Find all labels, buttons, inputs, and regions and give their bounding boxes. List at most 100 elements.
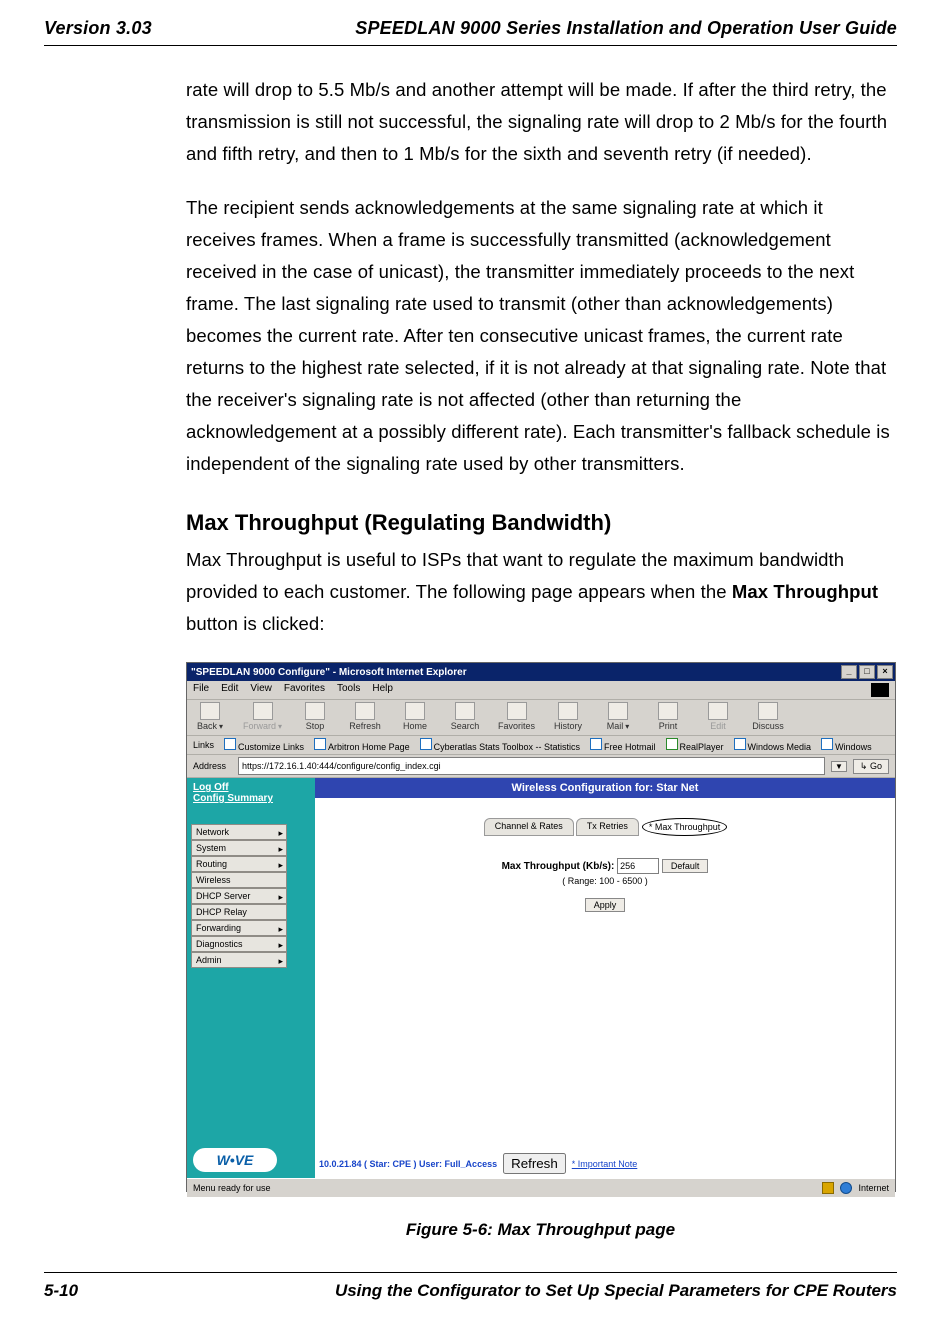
link-customize[interactable]: Customize Links — [224, 738, 304, 752]
tool-search[interactable]: Search — [448, 702, 482, 731]
main-panel: Wireless Configuration for: Star Net Cha… — [315, 778, 895, 1178]
important-note-link[interactable]: * Important Note — [572, 1159, 638, 1169]
content-area: Log Off Config Summary Network▸ System▸ … — [187, 778, 895, 1178]
paragraph-2: The recipient sends acknowledgements at … — [186, 192, 895, 480]
realplayer-icon — [666, 738, 678, 750]
address-dropdown-icon[interactable]: ▼ — [831, 761, 847, 772]
link-windows[interactable]: Windows — [821, 738, 872, 752]
window-buttons: _ □ × — [841, 665, 893, 679]
discuss-icon — [758, 702, 778, 720]
menu-favorites[interactable]: Favorites — [284, 683, 325, 697]
tab-tx-retries[interactable]: Tx Retries — [576, 818, 639, 836]
tool-stop[interactable]: Stop — [298, 702, 332, 731]
ie-throbber-icon — [871, 683, 889, 697]
footer-rule — [44, 1272, 897, 1273]
sidebar-item-network[interactable]: Network▸ — [191, 824, 287, 840]
range-label: ( Range: 100 - 6500 ) — [315, 876, 895, 886]
sidebar-item-dhcp-relay[interactable]: DHCP Relay — [191, 904, 287, 920]
menu-tools[interactable]: Tools — [337, 683, 360, 697]
chevron-right-icon: ▸ — [278, 890, 283, 904]
config-heading: Wireless Configuration for: Star Net — [315, 778, 895, 798]
home-icon — [405, 702, 425, 720]
sidebar-item-routing[interactable]: Routing▸ — [191, 856, 287, 872]
tab-channel-rates[interactable]: Channel & Rates — [484, 818, 574, 836]
default-button[interactable]: Default — [662, 859, 709, 873]
tool-refresh[interactable]: Refresh — [348, 702, 382, 731]
favorites-icon — [507, 702, 527, 720]
sidebar-logoff[interactable]: Log Off — [187, 782, 315, 793]
go-button[interactable]: ↳ Go — [853, 759, 889, 774]
edit-icon — [708, 702, 728, 720]
tool-history[interactable]: History — [551, 702, 585, 731]
print-icon — [658, 702, 678, 720]
tool-home[interactable]: Home — [398, 702, 432, 731]
minimize-button[interactable]: _ — [841, 665, 857, 679]
paragraph-1: rate will drop to 5.5 Mb/s and another a… — [186, 74, 895, 170]
sidebar-item-forwarding[interactable]: Forwarding▸ — [191, 920, 287, 936]
page-number: 5-10 — [44, 1281, 78, 1301]
internet-zone-icon — [840, 1182, 852, 1194]
sidebar-menu: Network▸ System▸ Routing▸ Wireless DHCP … — [191, 824, 315, 968]
wave-logo: W•VE — [193, 1148, 277, 1172]
sidebar-item-system[interactable]: System▸ — [191, 840, 287, 856]
menu-bar: File Edit View Favorites Tools Help — [187, 681, 895, 700]
sidebar: Log Off Config Summary Network▸ System▸ … — [187, 778, 315, 1178]
menu-help[interactable]: Help — [372, 683, 393, 697]
forward-icon — [253, 702, 273, 720]
lock-icon — [822, 1182, 834, 1194]
links-label: Links — [193, 740, 214, 750]
link-arbitron[interactable]: Arbitron Home Page — [314, 738, 410, 752]
menu-file[interactable]: File — [193, 683, 209, 697]
section-heading-max-throughput: Max Throughput (Regulating Bandwidth) — [186, 510, 895, 536]
close-button[interactable]: × — [877, 665, 893, 679]
max-throughput-label: Max Throughput (Kb/s): — [502, 861, 615, 872]
page-icon — [224, 738, 236, 750]
p3-bold: Max Throughput — [732, 581, 878, 602]
page-icon — [734, 738, 746, 750]
address-bar: Address ▼ ↳ Go — [187, 755, 895, 778]
doc-title: SPEEDLAN 9000 Series Installation and Op… — [355, 18, 897, 39]
link-realplayer[interactable]: RealPlayer — [666, 738, 724, 752]
page-icon — [821, 738, 833, 750]
window-titlebar: "SPEEDLAN 9000 Configure" - Microsoft In… — [187, 663, 895, 681]
links-bar: Links Customize Links Arbitron Home Page… — [187, 736, 895, 755]
chevron-right-icon: ▸ — [278, 938, 283, 952]
refresh-icon — [355, 702, 375, 720]
menu-view[interactable]: View — [250, 683, 272, 697]
address-input[interactable] — [238, 757, 825, 775]
tool-mail[interactable]: Mail▾ — [601, 702, 635, 731]
status-text: Menu ready for use — [193, 1183, 271, 1193]
chevron-right-icon: ▸ — [278, 922, 283, 936]
history-icon — [558, 702, 578, 720]
link-cyberatlas[interactable]: Cyberatlas Stats Toolbox -- Statistics — [420, 738, 580, 752]
sidebar-item-dhcp-server[interactable]: DHCP Server▸ — [191, 888, 287, 904]
chevron-right-icon: ▸ — [278, 954, 283, 968]
tab-max-throughput[interactable]: * Max Throughput — [642, 818, 727, 836]
link-hotmail[interactable]: Free Hotmail — [590, 738, 656, 752]
tool-edit[interactable]: Edit — [701, 702, 735, 731]
refresh-button[interactable]: Refresh — [503, 1153, 566, 1174]
sidebar-config-summary[interactable]: Config Summary — [187, 793, 315, 804]
p3-tail: button is clicked: — [186, 613, 325, 634]
mail-icon — [608, 702, 628, 720]
tool-discuss[interactable]: Discuss — [751, 702, 785, 731]
maximize-button[interactable]: □ — [859, 665, 875, 679]
search-icon — [455, 702, 475, 720]
paragraph-3: Max Throughput is useful to ISPs that wa… — [186, 544, 895, 640]
page-icon — [590, 738, 602, 750]
page-icon — [420, 738, 432, 750]
menu-edit[interactable]: Edit — [221, 683, 238, 697]
window-title-text: "SPEEDLAN 9000 Configure" - Microsoft In… — [191, 667, 467, 678]
sidebar-item-admin[interactable]: Admin▸ — [191, 952, 287, 968]
max-throughput-input[interactable] — [617, 858, 659, 874]
sidebar-item-wireless[interactable]: Wireless — [191, 872, 287, 888]
tool-back[interactable]: Back▾ — [193, 702, 227, 731]
tool-forward[interactable]: Forward▾ — [243, 702, 282, 731]
tool-print[interactable]: Print — [651, 702, 685, 731]
sidebar-item-diagnostics[interactable]: Diagnostics▸ — [191, 936, 287, 952]
session-info: 10.0.21.84 ( Star: CPE ) User: Full_Acce… — [319, 1159, 497, 1169]
tool-favorites[interactable]: Favorites — [498, 702, 535, 731]
apply-button[interactable]: Apply — [585, 898, 626, 912]
back-icon — [200, 702, 220, 720]
link-winmedia[interactable]: Windows Media — [734, 738, 812, 752]
